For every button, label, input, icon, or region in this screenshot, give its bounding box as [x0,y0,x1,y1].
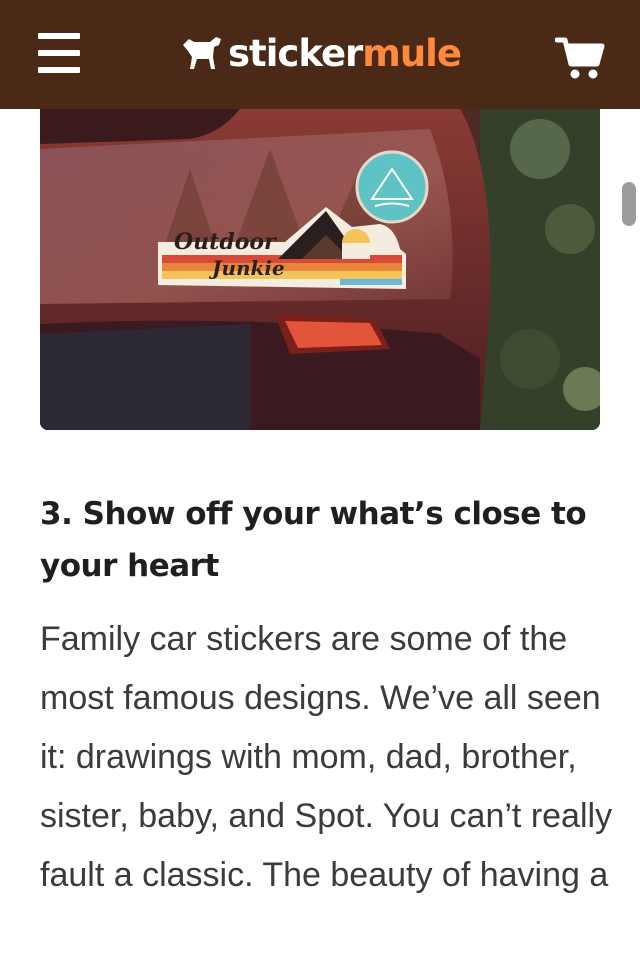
mule-logo-icon [183,37,221,69]
stickermule-logo[interactable]: sticker mule [180,28,462,78]
menu-bar [38,67,80,73]
shopping-cart-icon[interactable] [554,36,605,80]
hamburger-menu-icon[interactable] [38,33,80,73]
sticker-text-outdoor: Outdoor [174,229,277,255]
menu-bar [38,50,80,56]
menu-bar [38,33,80,39]
article-paragraph: Family car stickers are some of the most… [40,620,613,894]
site-header: sticker mule [0,0,640,109]
hero-car-stickers-image: Outdoor Junkie [40,109,600,430]
sticker-text-junkie: Junkie [208,256,285,280]
logo-text-mule: mule [362,31,462,75]
article-heading: 3. Show off your what’s close to your he… [40,496,587,584]
page-scrollbar[interactable] [622,182,636,226]
logo-text-sticker: sticker [228,31,363,75]
round-sticker [355,150,429,224]
